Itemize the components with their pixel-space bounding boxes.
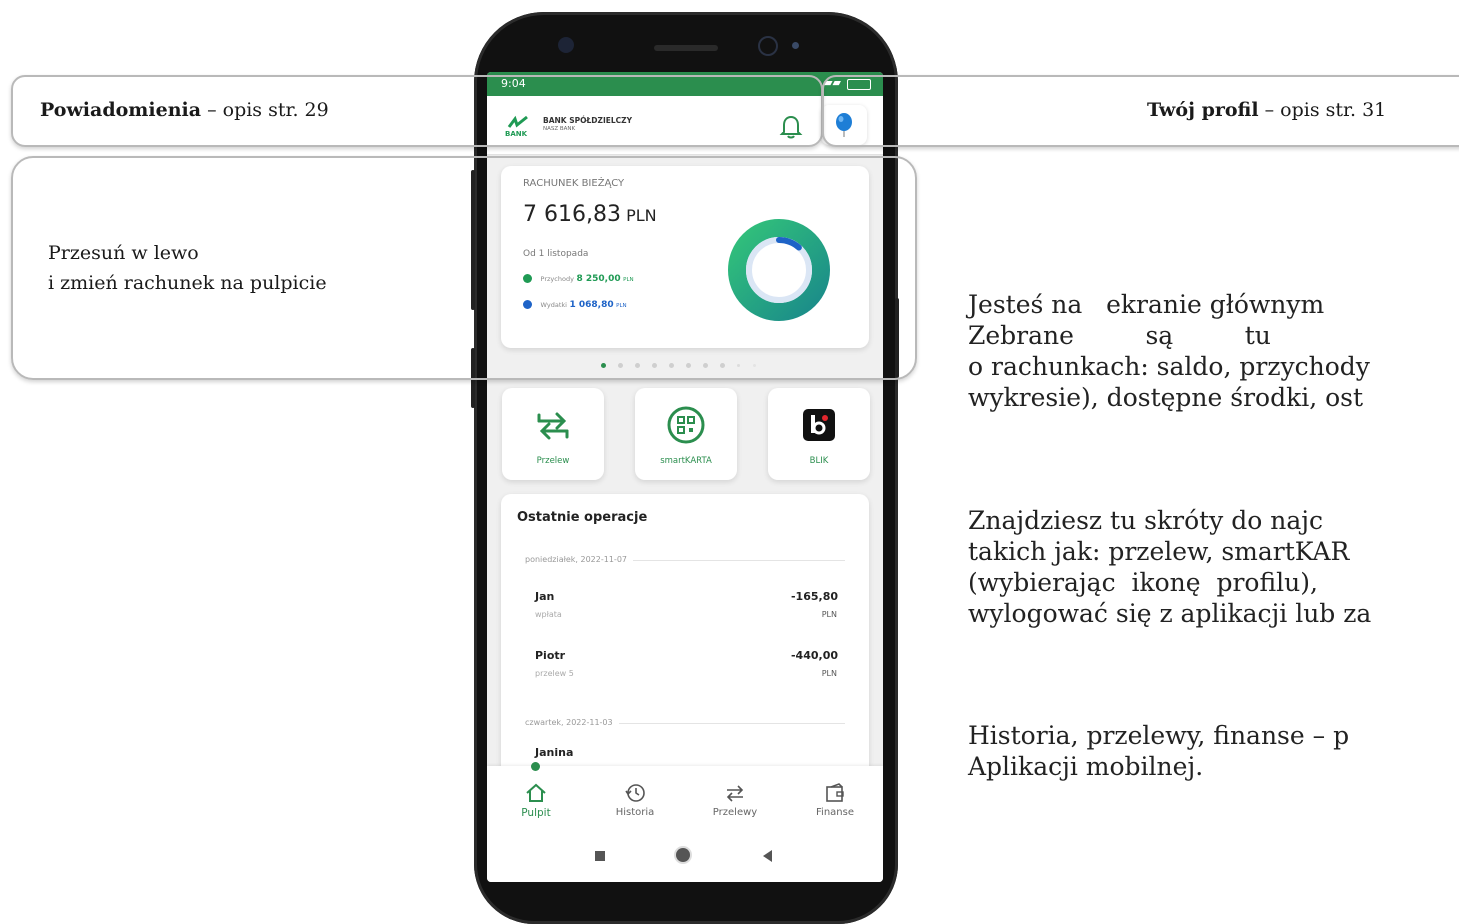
recent-operations: Ostatnie operacje poniedziałek, 2022-11-…	[501, 494, 869, 794]
home-button-icon[interactable]	[676, 848, 690, 862]
description-paragraph-1: Jesteś na ekranie głównym Zebrane są tu …	[968, 289, 1370, 413]
transfer-icon	[537, 412, 569, 440]
back-icon[interactable]	[763, 850, 772, 862]
shortcut-label: BLIK	[809, 456, 829, 466]
description-line: wykresie), dostępne środki, ost	[968, 383, 1364, 412]
shortcut-label: Przelew	[536, 456, 570, 466]
transfer-icon	[726, 785, 744, 802]
callout-profile: Twój profil – opis str. 31	[1147, 99, 1386, 121]
description-line: wylogować się z aplikacji lub za	[968, 599, 1372, 628]
transaction-row[interactable]: Piotr przelew 5 -440,00 PLN	[501, 649, 869, 689]
shortcut-blik[interactable]: BLIK	[768, 388, 870, 480]
date-group-label: czwartek, 2022-11-03	[525, 718, 619, 727]
description-paragraph-2: Znajdziesz tu skróty do najc takich jak:…	[968, 505, 1371, 629]
transaction-name: Piotr	[535, 649, 566, 662]
sensor-dot-icon	[792, 42, 799, 49]
description-line: Zebrane są tu	[968, 321, 1271, 350]
callout-notifications-ref: – opis str. 29	[201, 99, 329, 121]
sensor-icon	[758, 36, 778, 56]
callout-notifications: Powiadomienia – opis str. 29	[40, 99, 329, 121]
tab-label: Przelewy	[712, 807, 758, 818]
description-line: Aplikacji mobilnej.	[968, 752, 1204, 781]
operations-title: Ostatnie operacje	[517, 510, 648, 525]
earpiece-speaker	[654, 45, 718, 51]
description-line: Znajdziesz tu skróty do najc	[968, 506, 1323, 535]
tab-label: Finanse	[816, 807, 854, 818]
transaction-row[interactable]: Jan wpłata -165,80 PLN	[501, 590, 869, 630]
callout-profile-title: Twój profil	[1147, 99, 1259, 121]
wallet-icon	[826, 783, 844, 802]
tab-przelewy[interactable]: Przelewy	[695, 766, 775, 818]
transaction-currency: PLN	[821, 669, 837, 678]
description-line: o rachunkach: saldo, przychody	[968, 352, 1370, 381]
tab-pulpit[interactable]: Pulpit	[496, 766, 576, 819]
transaction-amount: -165,80	[790, 590, 838, 603]
home-icon	[526, 783, 546, 802]
blik-icon	[803, 409, 835, 441]
transaction-currency: PLN	[821, 610, 837, 619]
transaction-name: Janina	[535, 746, 574, 759]
shortcut-smartkarta[interactable]: smartKARTA	[635, 388, 737, 480]
description-line: (wybierając ikonę profilu),	[968, 568, 1318, 597]
system-navigation-bar	[487, 830, 883, 882]
qr-icon	[667, 406, 705, 444]
description-line: Jesteś na ekranie głównym	[968, 290, 1325, 319]
date-group-header: poniedziałek, 2022-11-07	[525, 555, 845, 564]
tab-label: Pulpit	[521, 807, 551, 819]
callout-swipe-frame	[11, 156, 917, 380]
description-line: Historia, przelewy, finanse – p	[968, 721, 1350, 750]
callout-swipe-line1: Przesuń w lewo	[48, 242, 199, 264]
shortcut-label: smartKARTA	[660, 456, 712, 466]
callout-notifications-title: Powiadomienia	[40, 99, 202, 121]
transaction-amount: -440,00	[790, 649, 838, 662]
date-group-label: poniedziałek, 2022-11-07	[525, 555, 633, 564]
callout-swipe-line2: i zmień rachunek na pulpicie	[48, 272, 327, 294]
transaction-desc: przelew 5	[535, 669, 574, 678]
history-icon	[625, 784, 645, 802]
description-line: takich jak: przelew, smartKAR	[968, 537, 1350, 566]
bottom-navigation: Pulpit Historia Przelewy Finanse	[487, 762, 883, 830]
tab-label: Historia	[615, 807, 655, 818]
transaction-desc: wpłata	[535, 610, 562, 619]
description-paragraph-3: Historia, przelewy, finanse – p Aplikacj…	[968, 720, 1349, 782]
transaction-name: Jan	[535, 590, 555, 603]
shortcut-przelew[interactable]: Przelew	[502, 388, 604, 480]
front-camera-icon	[558, 37, 574, 53]
tab-historia[interactable]: Historia	[595, 766, 675, 818]
date-group-header: czwartek, 2022-11-03	[525, 718, 845, 727]
recent-apps-icon[interactable]	[595, 851, 605, 861]
callout-profile-ref: – opis str. 31	[1258, 99, 1387, 121]
tab-finanse[interactable]: Finanse	[795, 766, 875, 818]
